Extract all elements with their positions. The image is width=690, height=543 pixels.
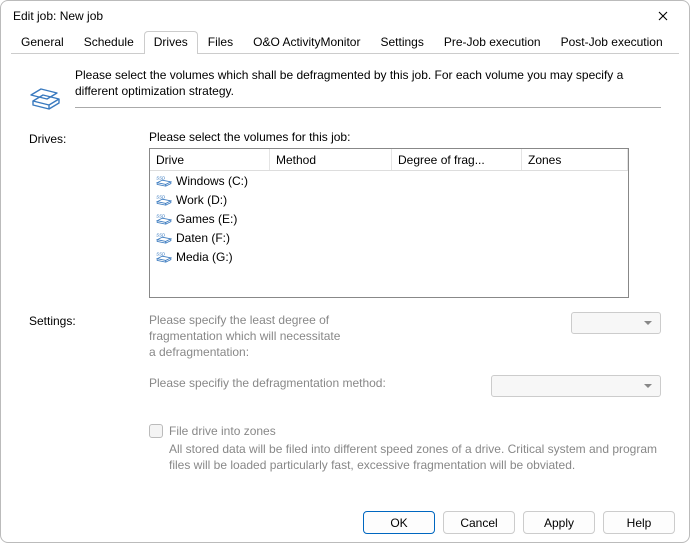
cancel-button[interactable]: Cancel [443, 511, 515, 534]
ssd-drive-icon: SSD [156, 213, 172, 225]
tab-post-job[interactable]: Post-Job execution [551, 31, 673, 53]
zones-checkbox[interactable] [149, 424, 163, 438]
drive-name: Media (G:) [176, 250, 233, 264]
drive-name: Work (D:) [176, 193, 227, 207]
ssd-drive-icon: SSD [156, 194, 172, 206]
help-button[interactable]: Help [603, 511, 675, 534]
table-row[interactable]: SSD Work (D:) [150, 190, 628, 209]
window-title: Edit job: New job [13, 9, 103, 23]
table-row[interactable]: SSD Games (E:) [150, 209, 628, 228]
col-header-zones[interactable]: Zones [522, 149, 628, 170]
drive-name: Daten (F:) [176, 231, 230, 245]
tab-settings[interactable]: Settings [370, 31, 433, 53]
button-bar: OK Cancel Apply Help [363, 511, 675, 534]
col-header-drive[interactable]: Drive [150, 149, 270, 170]
svg-text:SSD: SSD [156, 175, 165, 180]
close-button[interactable] [641, 2, 685, 30]
svg-text:SSD: SSD [156, 232, 165, 237]
svg-text:SSD: SSD [156, 213, 165, 218]
table-header: Drive Method Degree of frag... Zones [150, 149, 628, 171]
apply-button[interactable]: Apply [523, 511, 595, 534]
ssd-drive-icon: SSD [156, 251, 172, 263]
tab-schedule[interactable]: Schedule [74, 31, 144, 53]
titlebar: Edit job: New job [1, 1, 689, 31]
col-header-frag[interactable]: Degree of frag... [392, 149, 522, 170]
settings-section-label: Settings: [29, 312, 149, 473]
ok-button[interactable]: OK [363, 511, 435, 534]
table-row[interactable]: SSD Daten (F:) [150, 228, 628, 247]
drive-name: Windows (C:) [176, 174, 248, 188]
ssd-drive-icon: SSD [156, 175, 172, 187]
tab-general[interactable]: General [11, 31, 74, 53]
frag-degree-select[interactable] [571, 312, 661, 334]
drives-header-icon [29, 63, 65, 116]
frag-degree-label: Please specify the least degree of fragm… [149, 312, 370, 361]
drive-name: Games (E:) [176, 212, 237, 226]
svg-text:SSD: SSD [156, 251, 165, 256]
method-label: Please specifiy the defragmentation meth… [149, 375, 491, 391]
drives-table[interactable]: Drive Method Degree of frag... Zones SSD… [149, 148, 629, 298]
drives-section-label: Drives: [29, 130, 149, 298]
divider [75, 107, 661, 108]
svg-text:SSD: SSD [156, 194, 165, 199]
tab-drives[interactable]: Drives [144, 31, 198, 53]
tab-files[interactable]: Files [198, 31, 243, 53]
zones-checkbox-label: File drive into zones [169, 423, 276, 439]
zones-description: All stored data will be filed into diffe… [149, 441, 661, 473]
ssd-drive-icon: SSD [156, 232, 172, 244]
col-header-method[interactable]: Method [270, 149, 392, 170]
intro-text: Please select the volumes which shall be… [75, 67, 661, 99]
table-row[interactable]: SSD Windows (C:) [150, 171, 628, 190]
tab-pre-job[interactable]: Pre-Job execution [434, 31, 551, 53]
table-row[interactable]: SSD Media (G:) [150, 247, 628, 266]
drives-prompt: Please select the volumes for this job: [149, 130, 661, 144]
tab-activity-monitor[interactable]: O&O ActivityMonitor [243, 31, 370, 53]
tab-bar: General Schedule Drives Files O&O Activi… [1, 31, 689, 53]
method-select[interactable] [491, 375, 661, 397]
close-icon [658, 11, 668, 21]
